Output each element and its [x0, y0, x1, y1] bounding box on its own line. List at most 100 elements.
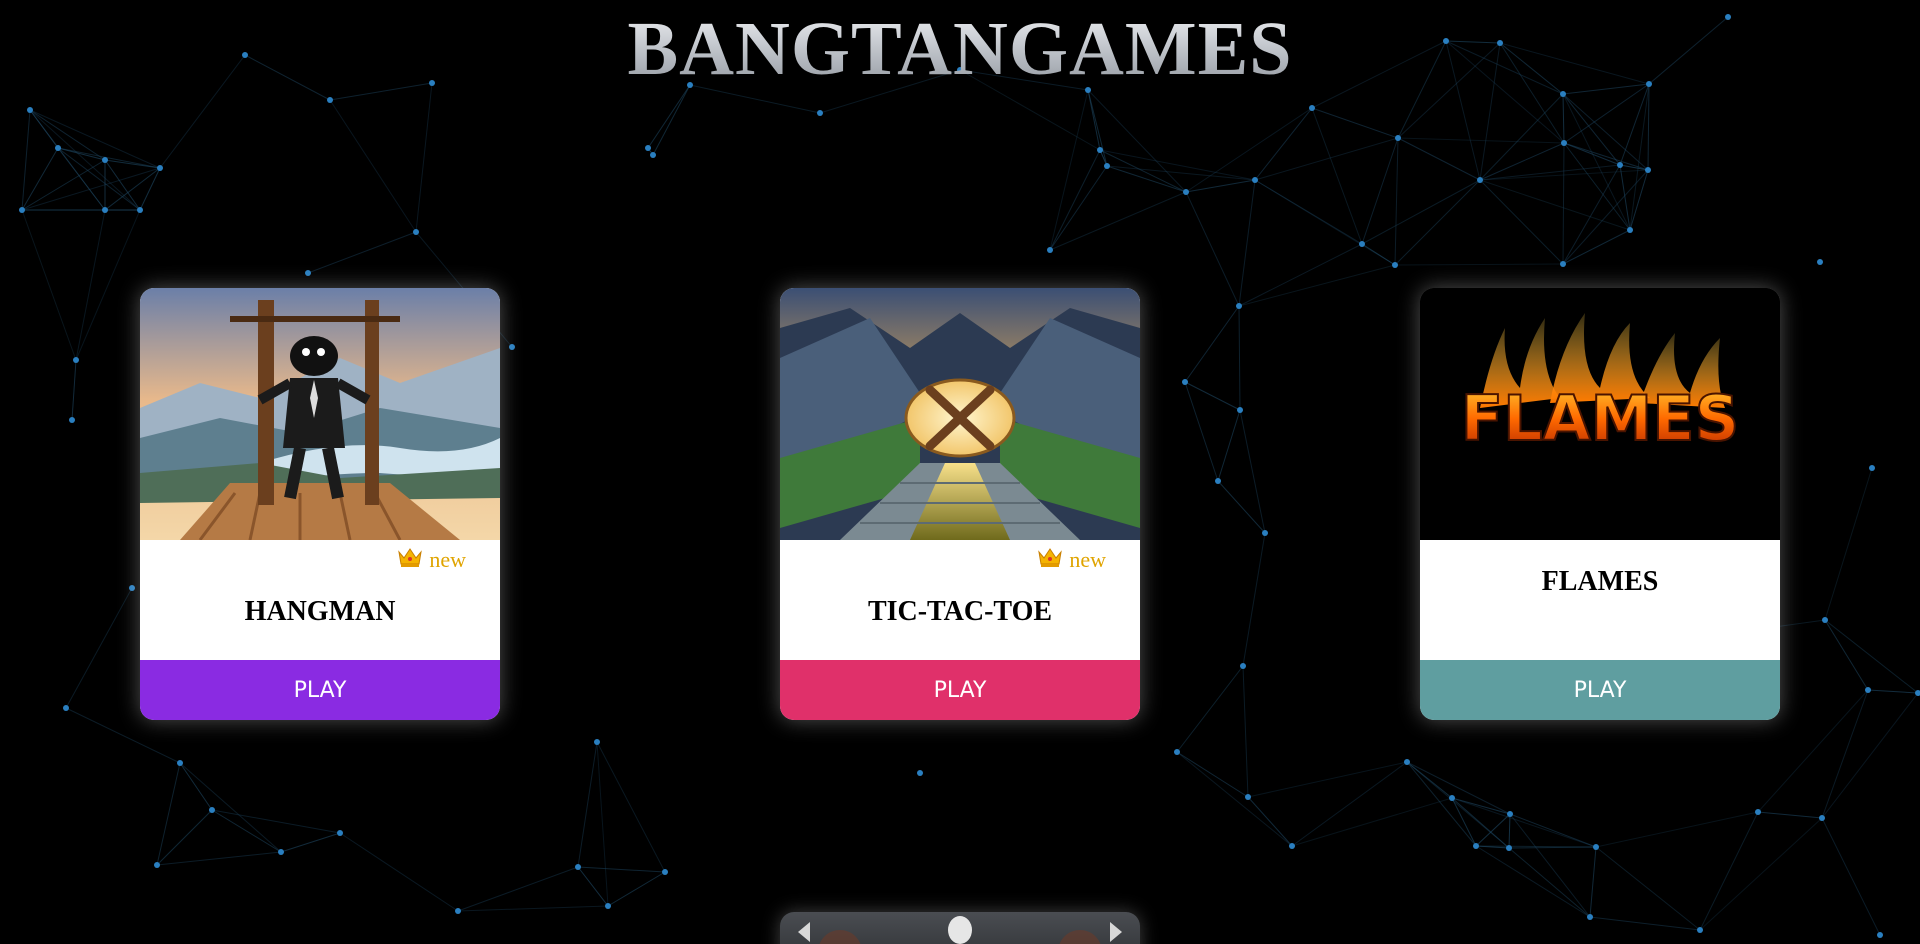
network-line [1184, 381, 1219, 482]
network-node [278, 849, 284, 855]
network-line [156, 762, 181, 866]
network-node [455, 908, 461, 914]
card-body: new TIC-TAC-TOE [780, 540, 1140, 660]
network-node [209, 807, 215, 813]
network-line [1254, 179, 1363, 245]
network-node [1183, 189, 1189, 195]
network-line [1562, 93, 1621, 166]
flames-logo-image: FLAMES [1420, 288, 1780, 540]
network-node [337, 830, 343, 836]
play-flames-button[interactable]: PLAY [1420, 660, 1780, 720]
network-line [1394, 179, 1481, 266]
network-line [1562, 93, 1631, 231]
game-card-hangman: new HANGMAN PLAY [140, 288, 500, 720]
network-line [1589, 846, 1597, 918]
network-line [1451, 797, 1597, 848]
network-node [1865, 687, 1871, 693]
network-node [1174, 749, 1180, 755]
network-line [1824, 619, 1919, 694]
network-node [19, 207, 25, 213]
crown-icon [1037, 546, 1063, 574]
network-line [1361, 137, 1399, 245]
network-node [1755, 809, 1761, 815]
network-node [154, 862, 160, 868]
network-line [1479, 142, 1565, 181]
network-node [1262, 530, 1268, 536]
network-line [647, 84, 691, 149]
network-line [139, 167, 161, 211]
game-card-flames: FLAMES FLAMES PLAY [1420, 288, 1780, 720]
network-node [1561, 140, 1567, 146]
network-line [1824, 619, 1869, 691]
network-line [596, 741, 609, 907]
network-line [1508, 813, 1511, 849]
network-node [27, 107, 33, 113]
network-line [21, 209, 77, 361]
network-line [1087, 89, 1101, 151]
network-line [1242, 532, 1266, 667]
network-line [1176, 751, 1293, 847]
network-node [1697, 927, 1703, 933]
network-line [1099, 149, 1187, 193]
network-line [29, 109, 161, 169]
network-line [1619, 83, 1650, 166]
network-node [177, 760, 183, 766]
network-line [1824, 467, 1873, 621]
network-line [65, 587, 133, 709]
game-card-tic-tac-toe: new TIC-TAC-TOE PLAY [780, 288, 1140, 720]
network-node [1587, 914, 1593, 920]
network-line [179, 762, 282, 853]
network-node [1104, 163, 1110, 169]
network-line [1475, 813, 1511, 847]
network-line [1185, 191, 1240, 307]
network-line [1254, 137, 1399, 181]
network-node [1617, 162, 1623, 168]
new-badge-label: new [1069, 547, 1106, 572]
play-tic-tac-toe-button[interactable]: PLAY [780, 660, 1140, 720]
network-node [69, 417, 75, 423]
network-line [577, 866, 609, 907]
network-line [104, 159, 141, 211]
network-line [577, 741, 598, 868]
network-line [1049, 149, 1101, 251]
network-node [102, 157, 108, 163]
network-line [1562, 142, 1565, 265]
network-node [1877, 932, 1883, 938]
network-node [1252, 177, 1258, 183]
network-node [917, 770, 923, 776]
network-line [1242, 665, 1249, 798]
network-line [607, 871, 666, 907]
network-line [1479, 179, 1564, 265]
network-line [577, 866, 666, 873]
network-line [1099, 149, 1256, 181]
network-node [1869, 465, 1875, 471]
network-node [1097, 147, 1103, 153]
network-line [1562, 93, 1565, 144]
network-node [1215, 478, 1221, 484]
network-node [1560, 261, 1566, 267]
network-line [1176, 665, 1244, 753]
network-line [21, 159, 106, 211]
network-node [1817, 259, 1823, 265]
card-body: FLAMES [1420, 540, 1780, 660]
network-line [1217, 480, 1266, 534]
play-hangman-button[interactable]: PLAY [140, 660, 500, 720]
network-line [457, 866, 579, 912]
network-node [327, 97, 333, 103]
network-node [55, 145, 61, 151]
network-line [57, 147, 141, 211]
network-line [1238, 179, 1256, 307]
network-node [645, 145, 651, 151]
network-line [280, 832, 341, 853]
network-line [1238, 305, 1241, 411]
network-node [1506, 845, 1512, 851]
network-line [75, 209, 141, 361]
hangman-image [140, 288, 500, 540]
network-node [1507, 811, 1513, 817]
network-node [1245, 794, 1251, 800]
network-line [1699, 817, 1823, 931]
network-line [339, 832, 459, 912]
network-line [1595, 846, 1701, 931]
network-line [1238, 243, 1363, 307]
network-line [1049, 89, 1089, 251]
